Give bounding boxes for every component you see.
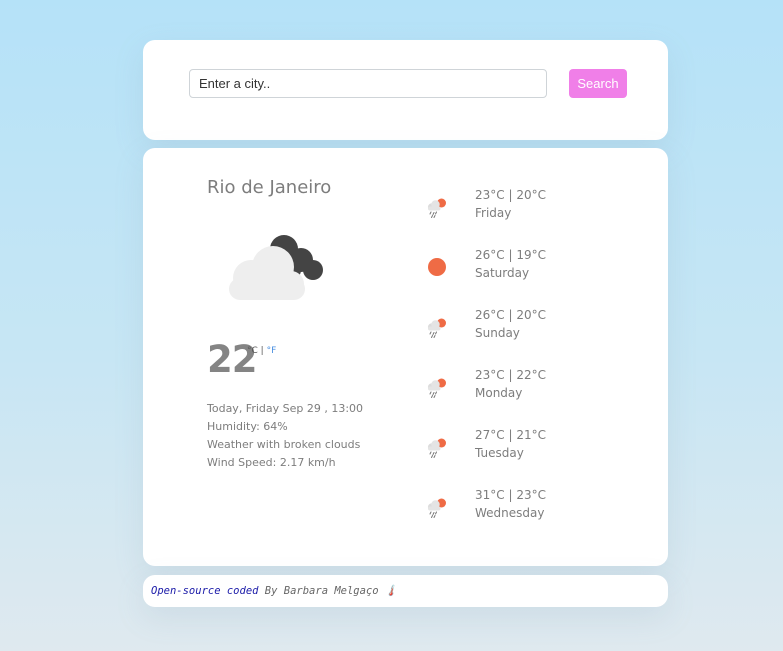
forecast-item: 23°C | 22°C Monday xyxy=(424,368,624,428)
rain-sun-icon xyxy=(424,314,450,340)
current-temperature: 22 °C | °F xyxy=(207,338,276,381)
rain-sun-icon xyxy=(424,194,450,220)
footer-author: By Barbara Melgaço xyxy=(264,585,379,597)
forecast-day: Tuesday xyxy=(475,446,524,460)
forecast-item: 26°C | 20°C Sunday xyxy=(424,308,624,368)
date-text: Today, Friday Sep 29 , 13:00 xyxy=(207,402,364,415)
forecast-temp: 27°C | 21°C xyxy=(475,428,546,442)
broken-clouds-icon xyxy=(229,235,323,300)
unit-fahrenheit-link[interactable]: °F xyxy=(267,346,277,356)
forecast-item: 26°C | 19°C Saturday xyxy=(424,248,624,308)
forecast-item: 31°C | 23°C Wednesday xyxy=(424,488,624,548)
search-card: Search xyxy=(143,40,668,140)
description-text: Weather with broken clouds xyxy=(207,438,361,451)
forecast-temp: 23°C | 20°C xyxy=(475,188,546,202)
unit-celsius[interactable]: °C xyxy=(247,346,258,356)
forecast-item: 27°C | 21°C Tuesday xyxy=(424,428,624,488)
forecast-list: 23°C | 20°C Friday 26°C | 19°C Saturday … xyxy=(424,188,624,548)
forecast-temp: 26°C | 19°C xyxy=(475,248,546,262)
forecast-temp: 31°C | 23°C xyxy=(475,488,546,502)
forecast-day: Monday xyxy=(475,386,523,400)
footer: Open-source coded By Barbara Melgaço 🌡️ xyxy=(151,584,398,597)
city-name: Rio de Janeiro xyxy=(207,177,332,198)
forecast-day: Saturday xyxy=(475,266,530,280)
rain-sun-icon xyxy=(424,434,450,460)
sun-icon xyxy=(424,254,450,280)
unit-separator: | xyxy=(260,346,264,356)
weather-card: Rio de Janeiro 22 °C | °F Today, Friday … xyxy=(143,148,668,566)
search-button[interactable]: Search xyxy=(569,69,627,98)
humidity-text: Humidity: 64% xyxy=(207,420,288,433)
wind-text: Wind Speed: 2.17 km/h xyxy=(207,456,336,469)
temperature-value: 22 xyxy=(207,338,257,381)
forecast-item: 23°C | 20°C Friday xyxy=(424,188,624,248)
unit-toggle: °C | °F xyxy=(247,346,276,356)
rain-sun-icon xyxy=(424,494,450,520)
footer-card: Open-source coded By Barbara Melgaço 🌡️ xyxy=(143,575,668,607)
forecast-temp: 26°C | 20°C xyxy=(475,308,546,322)
search-input[interactable] xyxy=(189,69,547,98)
forecast-day: Friday xyxy=(475,206,512,220)
forecast-day: Sunday xyxy=(475,326,520,340)
open-source-link[interactable]: Open-source coded xyxy=(151,585,258,597)
thermometer-icon: 🌡️ xyxy=(384,585,398,597)
forecast-temp: 23°C | 22°C xyxy=(475,368,546,382)
forecast-day: Wednesday xyxy=(475,506,545,520)
weather-details: Today, Friday Sep 29 , 13:00 Humidity: 6… xyxy=(207,400,363,472)
rain-sun-icon xyxy=(424,374,450,400)
